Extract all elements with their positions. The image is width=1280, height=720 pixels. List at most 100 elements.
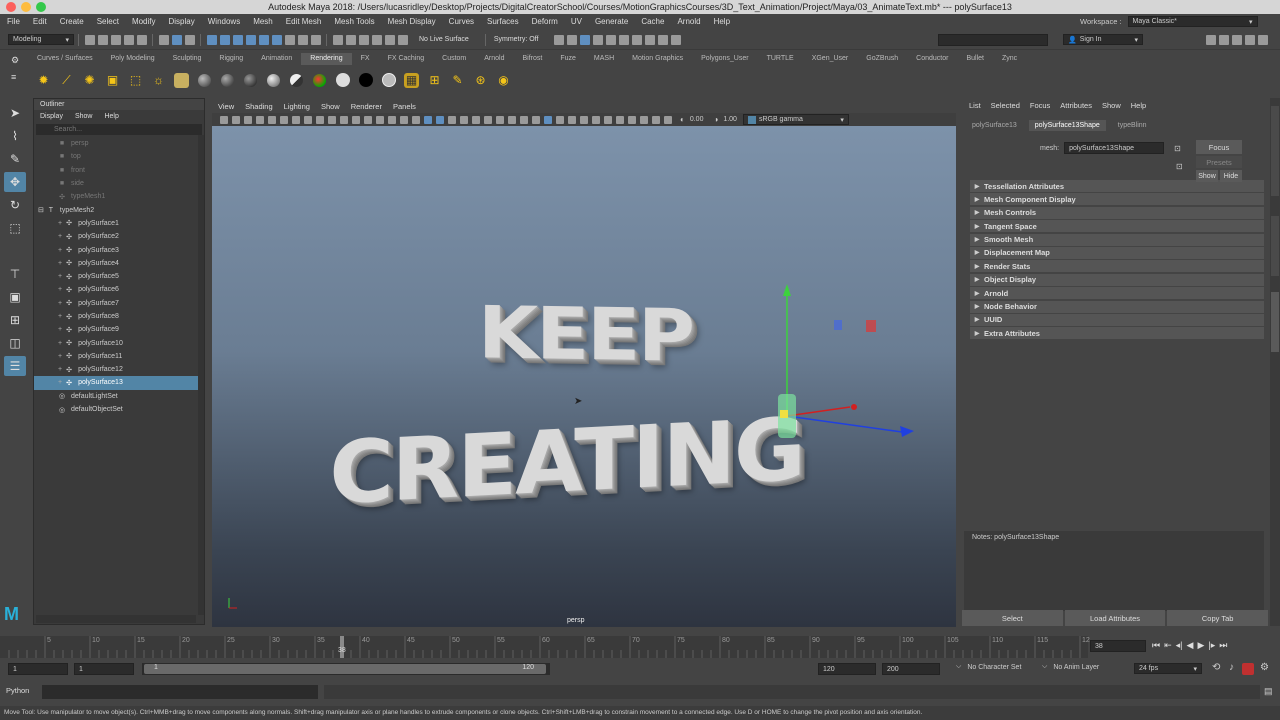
viewport-tool-icon[interactable]: [460, 115, 468, 124]
viewport-tool-icon[interactable]: [448, 115, 456, 124]
outliner-item-polysurface9[interactable]: + ✣ polySurface9: [34, 323, 204, 336]
ambient-light-icon[interactable]: ☼: [151, 73, 166, 88]
expand-icon[interactable]: +: [58, 233, 62, 240]
outliner-item-typemesh1[interactable]: ✣ typeMesh1: [34, 190, 204, 203]
snapshot-icon[interactable]: [670, 34, 681, 45]
ae-menu-focus[interactable]: Focus: [1030, 101, 1050, 110]
paint-select-tool-icon[interactable]: ✎: [4, 149, 26, 169]
select-misc-icon[interactable]: [297, 34, 308, 45]
outliner-horizontal-scrollbar[interactable]: [36, 615, 196, 623]
shelf-tab-fuze[interactable]: Fuze: [551, 53, 585, 65]
viewport-tool-icon[interactable]: [424, 115, 432, 124]
viewport-tool-icon[interactable]: [532, 115, 540, 124]
render-settings-shelf-icon[interactable]: ⊞: [427, 73, 442, 88]
outliner-menu-show[interactable]: Show: [75, 113, 93, 120]
channel-box-toggle-icon[interactable]: [1218, 35, 1229, 45]
shelf-tab-fx[interactable]: FX: [352, 53, 379, 65]
hypershade-shelf-icon[interactable]: ◉: [496, 73, 511, 88]
shelf-tab-bullet[interactable]: Bullet: [957, 53, 993, 65]
black-sphere-icon[interactable]: [358, 73, 373, 88]
shelf-tab-turtle[interactable]: TURTLE: [758, 53, 803, 65]
shelf-tab-motion-graphics[interactable]: Motion Graphics: [623, 53, 692, 65]
outliner-item-defaultobjectset[interactable]: ◎ defaultObjectSet: [34, 403, 204, 416]
area-light-icon[interactable]: ▣: [105, 73, 120, 88]
section-displacement-map[interactable]: ▶ Displacement Map: [970, 246, 1264, 259]
ipr-render-icon[interactable]: [605, 34, 616, 45]
ae-tab-polysurface13[interactable]: polySurface13: [972, 122, 1017, 129]
scale-tool-icon[interactable]: ⬚: [4, 218, 26, 238]
end-time-field[interactable]: 200: [882, 663, 940, 675]
shelf-tab-zync[interactable]: Zync: [993, 53, 1026, 65]
viewport-tool-icon[interactable]: [304, 115, 312, 124]
move-manipulator[interactable]: [212, 126, 956, 627]
workspace-dropdown[interactable]: Maya Classic* ▾: [1127, 16, 1258, 27]
select-node-icon[interactable]: ⊡: [1176, 162, 1183, 171]
viewport-tool-icon[interactable]: [232, 115, 240, 124]
viewport-tool-icon[interactable]: [220, 115, 228, 124]
material-sphere-icon[interactable]: [197, 73, 212, 88]
shelf-tab-rendering[interactable]: Rendering: [301, 53, 352, 65]
viewport-tool-icon[interactable]: [664, 115, 672, 124]
menu-modify[interactable]: Modify: [125, 17, 162, 26]
expand-icon[interactable]: +: [58, 300, 62, 307]
outliner-menu-display[interactable]: Display: [40, 113, 63, 120]
menu-cache[interactable]: Cache: [634, 17, 670, 26]
quick-input-field[interactable]: [938, 34, 1048, 46]
shelf-tab-animation[interactable]: Animation: [252, 53, 301, 65]
workspace-selector[interactable]: Workspace : Maya Classic* ▾: [1080, 16, 1258, 27]
gear-icon[interactable]: ⚙: [11, 55, 28, 66]
color-space-dropdown[interactable]: sRGB gamma ▾: [742, 114, 849, 125]
grey-sphere-icon[interactable]: [381, 73, 396, 88]
exposure-icon[interactable]: ◐: [680, 115, 685, 124]
menu-file[interactable]: File: [0, 17, 26, 26]
minimize-window-button[interactable]: [21, 2, 31, 12]
single-perspective-layout-icon[interactable]: ▣: [4, 287, 26, 307]
outliner-search-input[interactable]: Search...: [36, 124, 202, 135]
viewport-tool-icon[interactable]: [352, 115, 360, 124]
viewport-tool-icon[interactable]: [652, 115, 660, 124]
render-view-icon[interactable]: [618, 34, 629, 45]
attribute-editor-side-tab[interactable]: [1271, 292, 1279, 352]
viewport-menu-shading[interactable]: Shading: [245, 102, 273, 111]
menu-create[interactable]: Create: [53, 17, 90, 26]
viewport-tool-icon[interactable]: [508, 115, 516, 124]
shelf-tab-gozbrush[interactable]: GoZBrush: [857, 53, 907, 65]
lock-icon[interactable]: [310, 34, 321, 45]
play-forwards-icon[interactable]: ▶: [1197, 640, 1204, 651]
expand-icon[interactable]: +: [58, 379, 62, 386]
start-time-field[interactable]: 1: [8, 663, 68, 675]
live-surface-label[interactable]: No Live Surface: [419, 36, 469, 43]
load-attributes-button[interactable]: Load Attributes: [1064, 610, 1166, 626]
anim-prefs-icon[interactable]: ⚙: [1260, 662, 1269, 673]
loop-icon[interactable]: ⟲: [1212, 662, 1220, 673]
ae-tab-polysurface13shape[interactable]: polySurface13Shape: [1028, 119, 1106, 131]
exposure-value[interactable]: 0.00: [690, 116, 704, 123]
section-arnold[interactable]: ▶ Arnold: [970, 287, 1264, 300]
pause-icon[interactable]: [657, 34, 668, 45]
render-frame-icon[interactable]: [592, 34, 603, 45]
viewport-tool-icon[interactable]: [280, 115, 288, 124]
volume-light-icon[interactable]: ⬚: [128, 73, 143, 88]
viewport-tool-icon[interactable]: [520, 115, 528, 124]
mesh-focus-icon[interactable]: ⊡: [1174, 144, 1181, 153]
shelf-tab-fx-caching[interactable]: FX Caching: [379, 53, 434, 65]
shelf-tab-rigging[interactable]: Rigging: [210, 53, 252, 65]
viewport-tool-icon[interactable]: [616, 115, 624, 124]
outliner-item-polysurface12[interactable]: + ✣ polySurface12: [34, 363, 204, 376]
perspective-viewport[interactable]: KEEP CREATING persp ➤: [212, 126, 956, 627]
viewport-menu-renderer[interactable]: Renderer: [351, 102, 382, 111]
section-mesh-component-display[interactable]: ▶ Mesh Component Display: [970, 193, 1264, 206]
attribute-editor-toggle-icon[interactable]: [1231, 35, 1242, 45]
viewport-tool-icon[interactable]: [592, 115, 600, 124]
shelf-tab-sculpting[interactable]: Sculpting: [164, 53, 211, 65]
outliner-item-top[interactable]: ■ top: [34, 150, 204, 163]
select-joint-icon[interactable]: [219, 34, 230, 45]
outliner-menu-help[interactable]: Help: [104, 113, 118, 120]
section-extra-attributes[interactable]: ▶ Extra Attributes: [970, 327, 1264, 340]
close-window-button[interactable]: [6, 2, 16, 12]
two-pane-layout-icon[interactable]: ◫: [4, 333, 26, 353]
make-live-icon[interactable]: [397, 34, 408, 45]
gamma-icon[interactable]: ◑: [713, 115, 718, 124]
mesh-name-field[interactable]: polySurface13Shape: [1064, 142, 1165, 154]
ae-menu-selected[interactable]: Selected: [991, 101, 1020, 110]
